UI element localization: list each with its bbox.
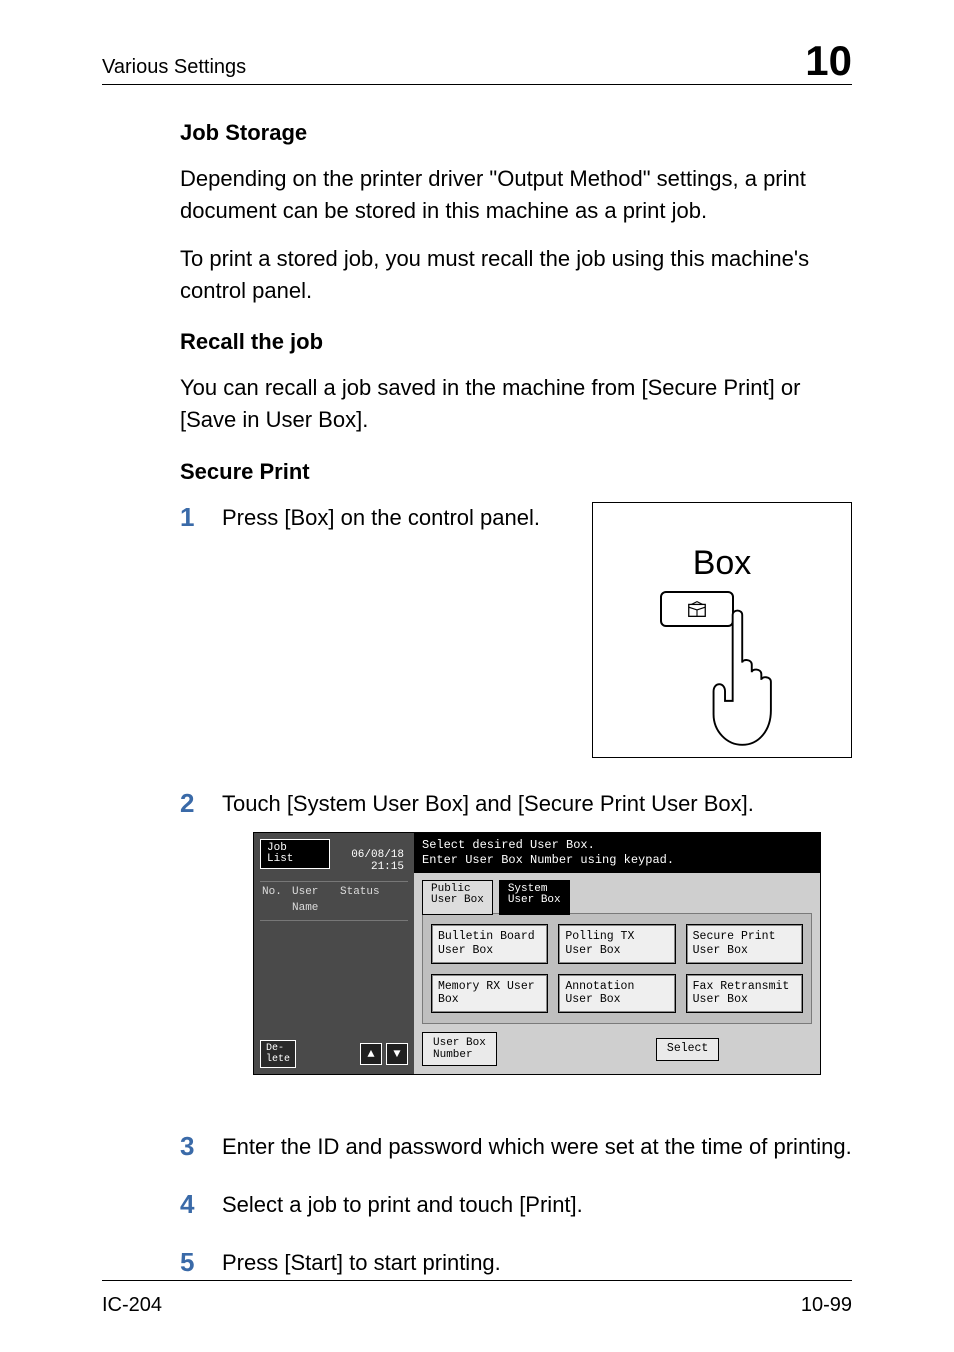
panel-userbox-number[interactable]: User Box Number: [422, 1032, 497, 1066]
panel-delete-button[interactable]: De- lete: [260, 1040, 296, 1068]
step-1-text: Press [Box] on the control panel.: [222, 502, 540, 534]
panel-up-button[interactable]: ▲: [360, 1043, 382, 1065]
panel-time: 21:15: [260, 861, 404, 873]
step-2-text: Touch [System User Box] and [Secure Prin…: [222, 788, 852, 820]
step-number-1: 1: [180, 502, 222, 533]
step-number-2: 2: [180, 788, 222, 819]
heading-recall: Recall the job: [180, 326, 852, 358]
step-5-text: Press [Start] to start printing.: [222, 1247, 852, 1279]
chapter-number: 10: [805, 40, 852, 82]
panel-date: 06/08/18: [260, 849, 404, 861]
tab-system-user-box[interactable]: System User Box: [499, 880, 570, 915]
figure-touch-panel: Job List 06/08/18 21:15 No. User Name St…: [253, 832, 821, 1075]
heading-job-storage: Job Storage: [180, 117, 852, 149]
step-3-text: Enter the ID and password which were set…: [222, 1131, 852, 1163]
figure-box-label: Box: [593, 539, 851, 588]
heading-secure-print: Secure Print: [180, 456, 852, 488]
panel-col-user: User Name: [292, 885, 332, 917]
opt-fax-retransmit[interactable]: Fax Retransmit User Box: [686, 974, 803, 1014]
tab-public-user-box[interactable]: Public User Box: [422, 880, 493, 915]
panel-select-button[interactable]: Select: [656, 1038, 719, 1061]
opt-bulletin-board[interactable]: Bulletin Board User Box: [431, 924, 548, 964]
opt-polling-tx[interactable]: Polling TX User Box: [558, 924, 675, 964]
step-number-4: 4: [180, 1189, 222, 1220]
panel-col-status: Status: [340, 885, 406, 917]
para-job-storage-1: Depending on the printer driver "Output …: [180, 163, 852, 227]
footer-left: IC-204: [102, 1291, 162, 1320]
step-4-text: Select a job to print and touch [Print].: [222, 1189, 852, 1221]
opt-secure-print[interactable]: Secure Print User Box: [686, 924, 803, 964]
para-recall-1: You can recall a job saved in the machin…: [180, 372, 852, 436]
panel-down-button[interactable]: ▼: [386, 1043, 408, 1065]
opt-memory-rx[interactable]: Memory RX User Box: [431, 974, 548, 1014]
step-number-3: 3: [180, 1131, 222, 1162]
header-section: Various Settings: [102, 53, 246, 82]
panel-msg-1: Select desired User Box.: [422, 838, 812, 853]
step-number-5: 5: [180, 1247, 222, 1278]
panel-msg-2: Enter User Box Number using keypad.: [422, 853, 812, 868]
para-job-storage-2: To print a stored job, you must recall t…: [180, 243, 852, 307]
footer-right: 10-99: [801, 1291, 852, 1320]
hand-pointer-icon: [704, 605, 790, 758]
panel-col-no: No.: [262, 885, 284, 917]
opt-annotation[interactable]: Annotation User Box: [558, 974, 675, 1014]
figure-box-button: Box: [592, 502, 852, 758]
